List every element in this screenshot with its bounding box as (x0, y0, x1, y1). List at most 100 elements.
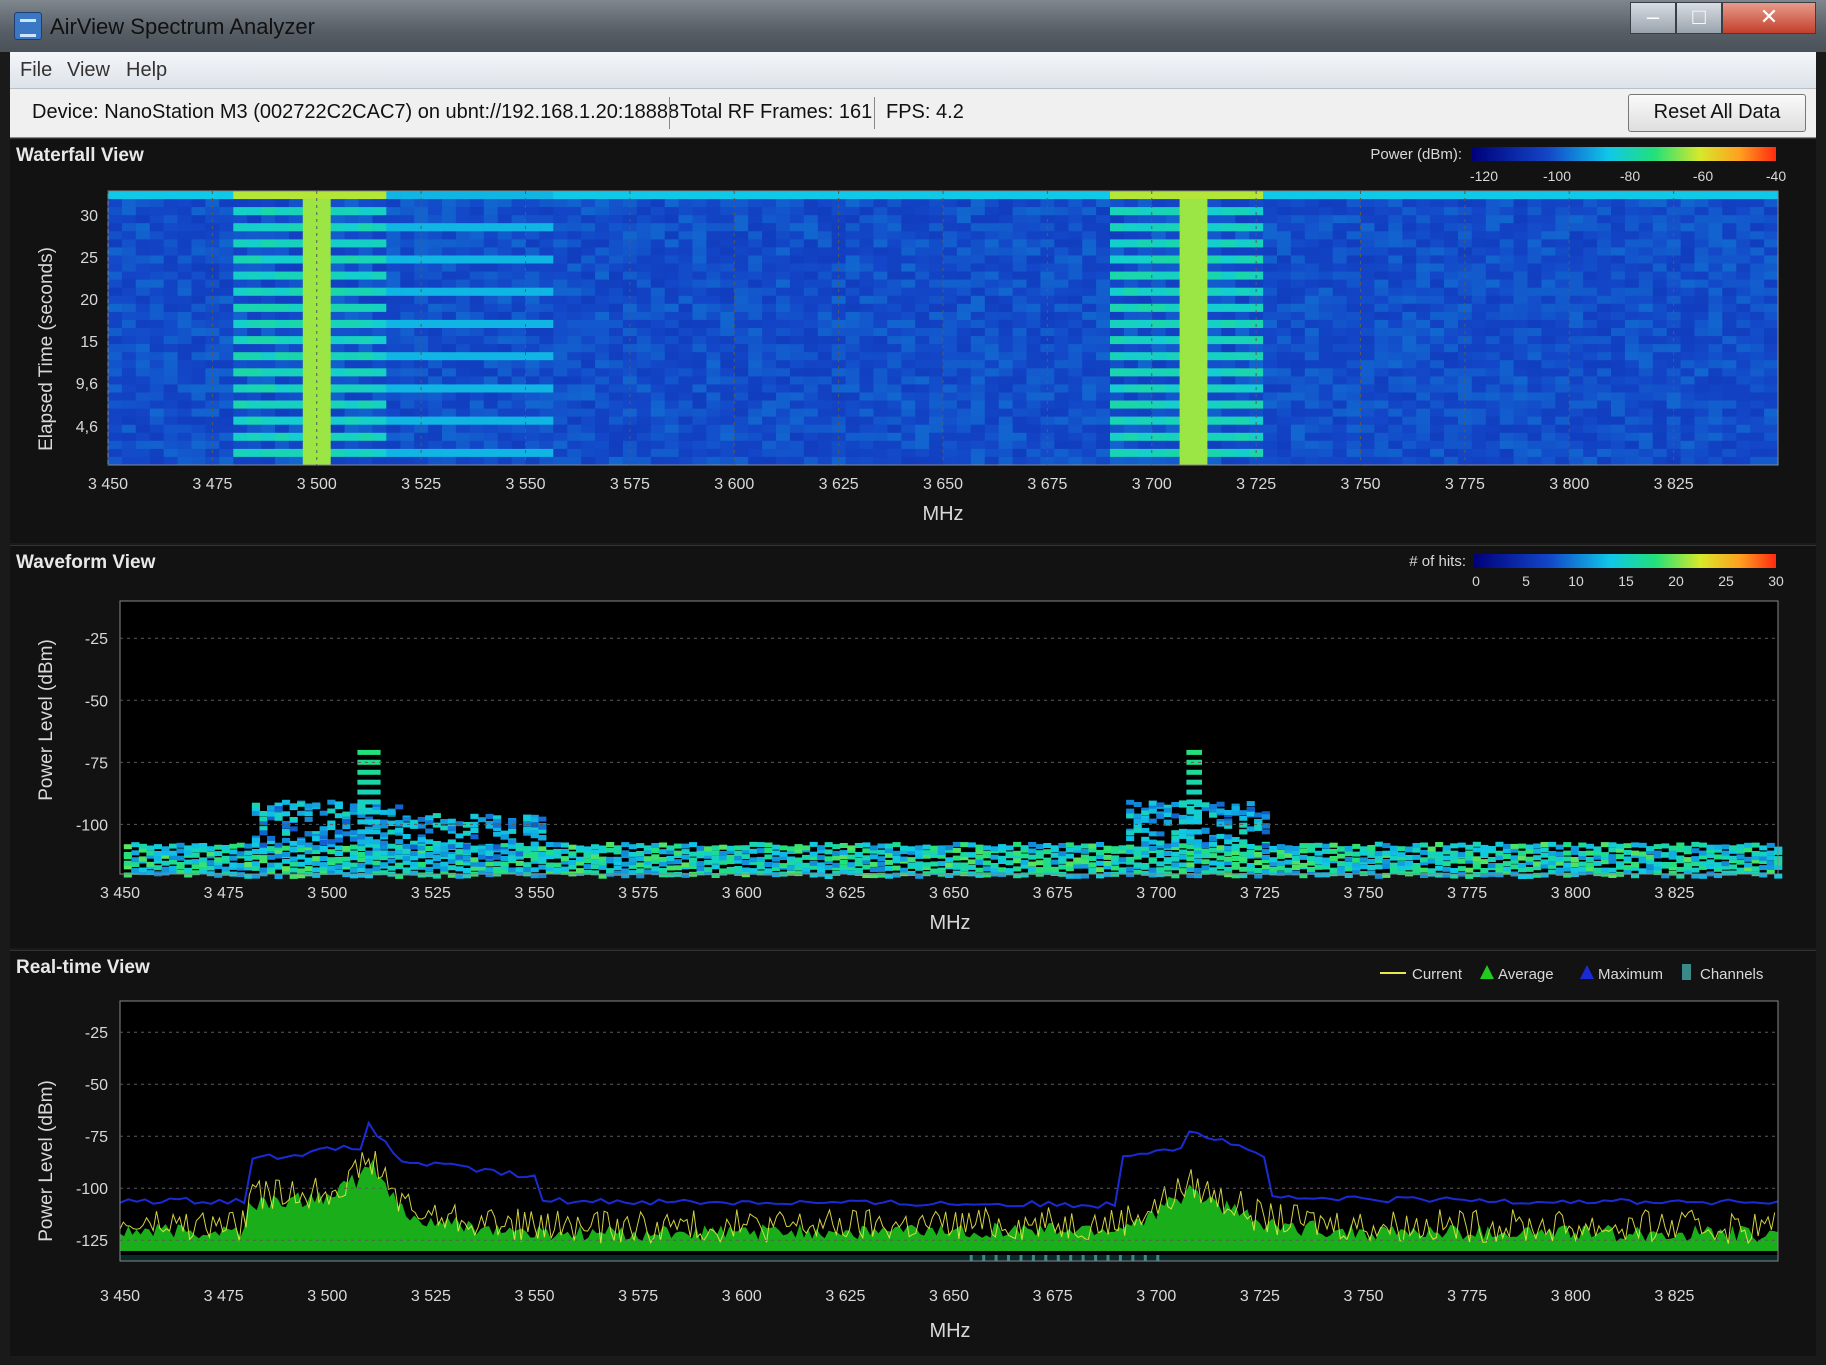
waterfall-cell (1151, 239, 1167, 248)
waterfall-cell (1277, 295, 1292, 305)
waterfall-cell (400, 392, 415, 401)
waterfall-cell (1332, 344, 1348, 353)
waterfall-cell (191, 416, 206, 426)
waterfall-cell (1569, 319, 1584, 329)
waterfall-cell (1680, 368, 1696, 377)
waterfall-cell (1652, 416, 1668, 426)
waterfall-cell (720, 456, 735, 466)
close-button[interactable]: ✕ (1722, 2, 1816, 34)
waterfall-cell (1277, 360, 1292, 369)
waterfall-cell (483, 448, 499, 458)
waterfall-cell (1541, 416, 1556, 426)
waterfall-cell (1388, 416, 1403, 426)
waterfall-cell (149, 263, 165, 272)
waterfall-cell (469, 448, 485, 458)
maximize-button[interactable]: □ (1676, 2, 1722, 34)
waveform-hit (734, 866, 743, 871)
waterfall-cell (1499, 191, 1515, 200)
title-bar[interactable]: AirView Spectrum Analyzer – □ ✕ (0, 0, 1826, 52)
waterfall-cell (302, 279, 318, 289)
waterfall-cell (386, 207, 401, 216)
waterfall-cell (1151, 303, 1167, 313)
waveform-hit (485, 844, 494, 850)
waterfall-cell (998, 384, 1014, 393)
menu-help[interactable]: Help (126, 59, 167, 82)
waterfall-cell (567, 191, 582, 200)
waterfall-cell (330, 440, 346, 450)
waterfall-cell (1430, 287, 1445, 297)
waterfall-cell (692, 416, 707, 426)
minimize-button[interactable]: – (1630, 2, 1676, 34)
waveform-hit (568, 851, 577, 857)
waveform-hit (734, 850, 743, 856)
waterfall-cell (1708, 239, 1723, 248)
waveform-hit (538, 816, 547, 822)
waterfall-cell (455, 360, 471, 369)
waterfall-cell (901, 336, 916, 345)
waterfall-cell (998, 392, 1014, 401)
waterfall-cell (1499, 416, 1515, 426)
waterfall-cell (1318, 303, 1334, 313)
waterfall-cell (1374, 207, 1389, 216)
waveform-hit (214, 851, 223, 857)
waterfall-cell (1541, 319, 1556, 329)
hits-legend-label: # of hits: (1409, 553, 1466, 570)
waterfall-cell (789, 263, 805, 272)
waveform-hit (221, 855, 230, 861)
waterfall-cell (1471, 384, 1487, 393)
waterfall-cell (1304, 255, 1320, 264)
waterfall-cell (1068, 400, 1083, 409)
menu-bar: File View Help (10, 52, 1816, 89)
waterfall-cell (316, 239, 332, 248)
waterfall-cell (859, 215, 874, 224)
waterfall-cell (191, 400, 206, 409)
waterfall-cell (789, 392, 805, 401)
waterfall-cell (1736, 311, 1751, 321)
waterfall-cell (1583, 271, 1598, 281)
waterfall-cell (1054, 448, 1069, 458)
waterfall-cell (1430, 247, 1445, 256)
waterfall-cell (1652, 408, 1668, 418)
waterfall-cell (1652, 400, 1668, 409)
waterfall-cell (108, 344, 123, 353)
waterfall-cell (483, 215, 499, 224)
waterfall-cell (748, 231, 763, 240)
waterfall-cell (901, 456, 916, 466)
waterfall-cell (1764, 311, 1779, 321)
waterfall-cell (1068, 432, 1083, 442)
waveform-hit (478, 817, 487, 823)
menu-view[interactable]: View (67, 59, 110, 82)
menu-file[interactable]: File (20, 59, 52, 82)
waterfall-cell (1680, 287, 1696, 297)
waterfall-cell (247, 223, 262, 232)
waterfall-cell (984, 352, 1000, 361)
waterfall-cell (1750, 255, 1765, 264)
waterfall-cell (1137, 191, 1153, 200)
reset-all-data-button[interactable]: Reset All Data (1628, 94, 1806, 132)
waterfall-cell (1193, 424, 1208, 434)
waterfall-cell (1416, 295, 1431, 305)
waterfall-cell (191, 319, 206, 329)
waterfall-cell (956, 263, 972, 272)
waterfall-cell (803, 408, 819, 418)
waterfall-cell (1416, 191, 1431, 200)
waveform-hit (485, 813, 494, 819)
waterfall-cell (1694, 223, 1709, 232)
waterfall-cell (734, 392, 749, 401)
waterfall-cell (1360, 344, 1375, 353)
waterfall-cell (748, 223, 763, 232)
waterfall-cell (859, 207, 874, 216)
waveform-hit (779, 845, 788, 851)
waterfall-cell (1221, 207, 1236, 216)
waterfall-cell (1193, 368, 1208, 377)
waterfall-cell (1569, 392, 1584, 401)
waterfall-cell (776, 255, 791, 264)
waterfall-cell (288, 215, 304, 224)
waterfall-cell (1026, 376, 1041, 385)
waterfall-cell (1207, 416, 1222, 426)
waterfall-cell (1471, 456, 1487, 466)
waveform-hit (357, 872, 366, 878)
waterfall-cell (803, 400, 819, 409)
waterfall-cell (1263, 191, 1278, 200)
waterfall-cell (1137, 352, 1153, 361)
